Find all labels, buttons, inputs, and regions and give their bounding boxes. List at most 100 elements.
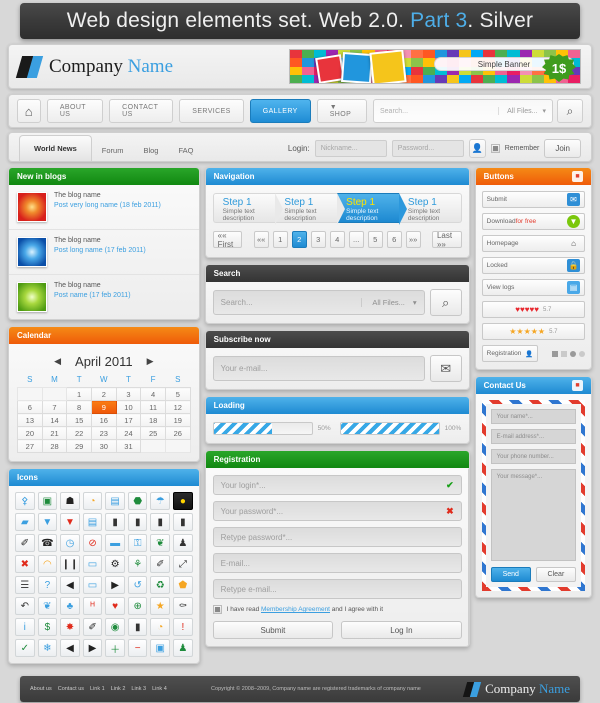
icon-tile-36[interactable]: ▶ (105, 576, 125, 594)
icon-tile-57[interactable]: ❄ (37, 639, 58, 657)
icon-tile-3[interactable]: ◔ (82, 492, 103, 510)
calendar-day[interactable]: 31 (115, 439, 142, 453)
pagination-page-4[interactable]: 4 (329, 231, 345, 248)
calendar-day[interactable]: 8 (66, 400, 92, 414)
pagination-first[interactable]: «« First (212, 231, 243, 249)
contact-email-input[interactable]: E-mail address*... (490, 429, 576, 444)
calendar-day[interactable]: 29 (66, 439, 92, 453)
calendar-day[interactable]: 24 (115, 426, 142, 440)
icon-tile-25[interactable]: ◠ (37, 555, 58, 573)
icon-tile-29[interactable]: ⚘ (127, 555, 148, 573)
icon-tile-15[interactable]: ▮ (173, 513, 193, 531)
icon-tile-9[interactable]: ▼ (37, 513, 58, 531)
list-item[interactable]: The blog name Post very long name (18 fe… (9, 185, 199, 230)
icon-tile-42[interactable]: ♣ (60, 597, 80, 615)
icon-tile-20[interactable]: ▬ (105, 534, 125, 552)
icon-tile-22[interactable]: ❦ (150, 534, 171, 552)
step-4[interactable]: Step 1 Simple text description (398, 193, 462, 223)
calendar-day[interactable]: 21 (41, 426, 68, 440)
calendar-day[interactable]: 14 (41, 413, 68, 427)
icon-tile-50[interactable]: ✸ (60, 618, 80, 636)
icon-tile-45[interactable]: ⊕ (127, 597, 148, 615)
registration-submit-button[interactable]: Submit (212, 621, 334, 639)
nickname-input[interactable]: Nickname... (314, 140, 387, 157)
icon-tile-21[interactable]: ⚿ (127, 534, 148, 552)
footer-link[interactable]: Link 4 (152, 686, 167, 692)
blog-post-link[interactable]: Post long name (17 feb 2011) (54, 247, 146, 254)
icon-tile-7[interactable]: ● (173, 492, 193, 510)
calendar-day[interactable]: 22 (66, 426, 92, 440)
calendar-day[interactable]: 25 (140, 426, 166, 440)
contact-name-input[interactable]: Your name*... (490, 409, 576, 424)
icon-tile-35[interactable]: ▭ (82, 576, 103, 594)
tab-faq[interactable]: FAQ (168, 139, 203, 161)
icon-tile-41[interactable]: ❦ (37, 597, 58, 615)
list-item[interactable]: The blog name Post long name (17 feb 201… (9, 230, 199, 275)
calendar-day[interactable]: 12 (164, 400, 191, 414)
close-icon[interactable]: ■ (572, 171, 583, 182)
hearts-rating[interactable]: ♥♥♥♥♥ 5.7 (481, 301, 585, 318)
calendar-day[interactable]: 10 (115, 400, 142, 414)
calendar-day[interactable]: 4 (140, 387, 166, 401)
icon-tile-26[interactable]: ❙❙ (60, 555, 80, 573)
pagination-page-3[interactable]: 3 (310, 231, 326, 248)
download-button[interactable]: Download for free ▼ (481, 213, 585, 230)
registration-button[interactable]: Registration 👤 (481, 345, 539, 362)
calendar-day[interactable]: 30 (90, 439, 117, 453)
calendar-day[interactable]: 7 (41, 400, 68, 414)
search-panel-button[interactable]: ⌕ (429, 289, 462, 316)
step-3[interactable]: Step 1 Simple text description (337, 193, 407, 225)
footer-link[interactable]: About us (30, 686, 52, 692)
pagination-prev[interactable]: «« (253, 231, 269, 248)
swatch-dark[interactable] (552, 350, 558, 357)
membership-agreement-link[interactable]: Membership Agreement (261, 606, 330, 613)
blog-post-link[interactable]: Post very long name (18 feb 2011) (54, 202, 161, 209)
subscribe-submit-button[interactable]: ✉ (429, 355, 462, 382)
tab-blog[interactable]: Blog (133, 139, 168, 161)
locked-button[interactable]: Locked 🔒 (481, 257, 585, 274)
icon-tile-27[interactable]: ▭ (82, 555, 103, 573)
icon-tile-61[interactable]: − (127, 639, 148, 657)
icon-tile-60[interactable]: ＋ (105, 639, 125, 657)
login-user-button[interactable]: 👤 (468, 139, 486, 158)
icon-tile-37[interactable]: ↺ (127, 576, 148, 594)
icon-tile-54[interactable]: ◔ (150, 618, 171, 636)
step-1[interactable]: Step 1 Simple text description (212, 193, 284, 225)
contact-send-button[interactable]: Send (490, 567, 531, 582)
icon-tile-8[interactable]: ▰ (15, 513, 35, 531)
icon-tile-4[interactable]: ▤ (105, 492, 125, 510)
calendar-day[interactable]: 20 (17, 426, 43, 440)
icon-tile-39[interactable]: ⬟ (173, 576, 193, 594)
blog-post-link[interactable]: Post name (17 feb 2011) (54, 292, 131, 299)
calendar-day[interactable]: 6 (17, 400, 43, 414)
icon-tile-6[interactable]: ☂ (150, 492, 171, 510)
contact-phone-input[interactable]: Your phone number... (490, 449, 576, 464)
footer-link[interactable]: Contact us (58, 686, 84, 692)
homepage-button[interactable]: Homepage ⌂ (481, 235, 585, 252)
step-2[interactable]: Step 1 Simple text description (275, 193, 345, 225)
nav-item-shop[interactable]: ▼ SHOP (316, 99, 367, 123)
scrollbar-thumb[interactable] (469, 499, 470, 557)
style-swatches[interactable] (552, 350, 585, 357)
icon-tile-24[interactable]: ✖ (15, 555, 35, 573)
calendar-day[interactable]: 27 (17, 439, 43, 453)
nav-search-button[interactable]: ⌕ (557, 99, 583, 123)
icon-tile-63[interactable]: ♟ (173, 639, 193, 657)
icon-tile-14[interactable]: ▮ (150, 513, 171, 531)
icon-tile-23[interactable]: ♟ (173, 534, 193, 552)
icon-tile-40[interactable]: ↶ (15, 597, 35, 615)
calendar-day[interactable]: 23 (90, 426, 117, 440)
pagination-next[interactable]: »» (405, 231, 421, 248)
icon-tile-43[interactable]: ᴴ (82, 597, 103, 615)
icon-tile-17[interactable]: ☎ (37, 534, 58, 552)
pagination-page-6[interactable]: 6 (386, 231, 402, 248)
nav-item-services[interactable]: SERVICES (179, 99, 244, 123)
contact-message-textarea[interactable]: Your message*... (490, 469, 576, 561)
calendar-day[interactable]: 28 (41, 439, 68, 453)
footer-link[interactable]: Link 1 (90, 686, 105, 692)
remember-checkbox[interactable] (490, 144, 500, 153)
icon-tile-30[interactable]: ✐ (150, 555, 171, 573)
icon-tile-34[interactable]: ◀ (60, 576, 80, 594)
calendar-day[interactable]: 2 (90, 387, 117, 401)
icon-tile-0[interactable]: ⚴ (15, 492, 35, 510)
